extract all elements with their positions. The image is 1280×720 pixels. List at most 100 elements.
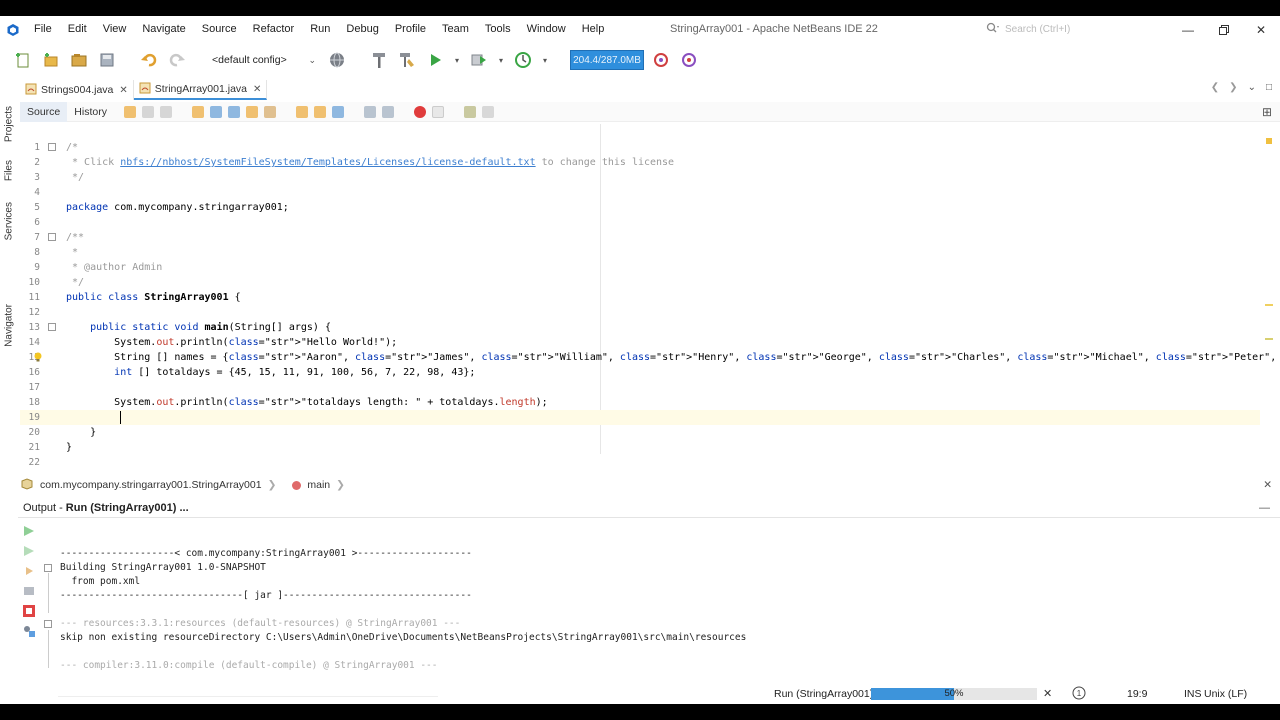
code-line[interactable]: 4 bbox=[20, 185, 1260, 200]
rerun-with-options-icon[interactable] bbox=[22, 544, 36, 558]
output-panel[interactable]: --------------------< com.mycompany:Stri… bbox=[18, 520, 1280, 697]
snapshot-icon[interactable] bbox=[678, 49, 700, 71]
code-line[interactable]: 10 */ bbox=[20, 275, 1260, 290]
stop-icon[interactable] bbox=[22, 604, 36, 618]
search-input[interactable]: Search (Ctrl+I) bbox=[986, 21, 1136, 38]
find-next-icon[interactable] bbox=[227, 105, 240, 118]
open-project-icon[interactable] bbox=[68, 49, 90, 71]
memory-usage-badge[interactable]: 204.4/287.0MB bbox=[570, 50, 644, 70]
code-editor[interactable]: 1 /* 2 * Click nbfs://nbhost/SystemFileSys… bbox=[20, 124, 1277, 470]
forward-icon[interactable] bbox=[159, 105, 172, 118]
code-line[interactable]: 13 public static void main(String[] args… bbox=[20, 320, 1260, 335]
fold-toggle[interactable] bbox=[44, 620, 52, 628]
menu-navigate[interactable]: Navigate bbox=[134, 16, 193, 43]
clean-build-icon[interactable] bbox=[396, 49, 418, 71]
menu-team[interactable]: Team bbox=[434, 16, 477, 43]
close-tab-icon[interactable]: ✕ bbox=[253, 84, 261, 95]
chevron-right-icon[interactable]: ❯ bbox=[1229, 82, 1237, 93]
line-ending[interactable]: Unix (LF) bbox=[1204, 688, 1247, 700]
gc-icon[interactable] bbox=[650, 49, 672, 71]
config-dropdown[interactable]: <default config> ⌄ bbox=[208, 50, 320, 70]
files-panel-tab[interactable]: Files bbox=[2, 160, 16, 181]
warning-bulb-icon[interactable] bbox=[33, 352, 43, 362]
save-all-icon[interactable] bbox=[96, 49, 118, 71]
code-line[interactable]: 2 * Click nbfs://nbhost/SystemFileSystem… bbox=[20, 155, 1260, 170]
back-icon[interactable] bbox=[141, 105, 154, 118]
code-line[interactable]: 19 bbox=[20, 410, 1260, 425]
redo-icon[interactable] bbox=[166, 49, 188, 71]
output-tools-icon[interactable] bbox=[22, 624, 36, 638]
code-line[interactable]: 7 /** bbox=[20, 230, 1260, 245]
menu-view[interactable]: View bbox=[95, 16, 135, 43]
tab-stringarray001[interactable]: StringArray001.java ✕ bbox=[133, 80, 268, 100]
code-line[interactable]: 11 public class StringArray001 { bbox=[20, 290, 1260, 305]
menu-refactor[interactable]: Refactor bbox=[245, 16, 303, 43]
menu-edit[interactable]: Edit bbox=[60, 16, 95, 43]
code-line[interactable]: 16 int [] totaldays = {45, 15, 11, 91, 1… bbox=[20, 365, 1260, 380]
build-hammer-icon[interactable] bbox=[368, 49, 390, 71]
profile-icon[interactable] bbox=[512, 49, 534, 71]
run-dropdown-icon[interactable]: ▾ bbox=[452, 49, 462, 71]
shift-right-icon[interactable] bbox=[381, 105, 394, 118]
output-title[interactable]: Output - Run (StringArray001) ... bbox=[18, 502, 194, 514]
close-tab-icon[interactable]: ✕ bbox=[119, 85, 127, 96]
globe-icon[interactable] bbox=[326, 49, 348, 71]
fold-toggle[interactable] bbox=[44, 564, 52, 572]
code-line[interactable]: 14 System.out.println(class="str">"Hello… bbox=[20, 335, 1260, 350]
code-line[interactable]: 9 * @author Admin bbox=[20, 260, 1260, 275]
toggle-rect-select-icon[interactable] bbox=[263, 105, 276, 118]
rerun-icon[interactable] bbox=[22, 524, 36, 538]
cancel-task-icon[interactable]: ✕ bbox=[1043, 687, 1052, 700]
resume-icon[interactable] bbox=[22, 564, 36, 578]
code-line[interactable]: 8 * bbox=[20, 245, 1260, 260]
breadcrumb-class[interactable]: com.mycompany.stringarray001.StringArray… bbox=[40, 479, 262, 491]
menu-file[interactable]: File bbox=[26, 16, 60, 43]
stop-macro-icon[interactable] bbox=[431, 105, 444, 118]
menu-window[interactable]: Window bbox=[519, 16, 574, 43]
new-file-icon[interactable] bbox=[12, 49, 34, 71]
close-window-icon[interactable]: ✕ bbox=[1243, 16, 1279, 43]
insert-mode[interactable]: INS bbox=[1184, 688, 1202, 700]
add-icon[interactable]: ⊞ bbox=[1262, 105, 1272, 119]
code-line[interactable]: 12 bbox=[20, 305, 1260, 320]
chevron-left-icon[interactable]: ❮ bbox=[1211, 82, 1219, 93]
menu-run[interactable]: Run bbox=[302, 16, 338, 43]
fold-toggle[interactable] bbox=[48, 323, 56, 331]
undo-icon[interactable] bbox=[138, 49, 160, 71]
minimize-panel-icon[interactable]: — bbox=[1259, 502, 1270, 514]
code-line[interactable]: 21} bbox=[20, 440, 1260, 455]
comment-icon[interactable] bbox=[463, 105, 476, 118]
run-icon[interactable] bbox=[424, 49, 446, 71]
start-macro-icon[interactable] bbox=[413, 105, 426, 118]
settings-icon[interactable] bbox=[22, 584, 36, 598]
error-stripe[interactable] bbox=[1263, 124, 1275, 470]
last-edit-icon[interactable] bbox=[123, 105, 136, 118]
uncomment-icon[interactable] bbox=[481, 105, 494, 118]
navigator-panel-tab[interactable]: Navigator bbox=[2, 304, 16, 347]
task-progress-bar[interactable]: 50% bbox=[871, 688, 1037, 700]
breadcrumb-method[interactable]: main bbox=[307, 479, 330, 491]
toggle-bookmark-icon[interactable] bbox=[331, 105, 344, 118]
fold-toggle[interactable] bbox=[48, 233, 56, 241]
menu-debug[interactable]: Debug bbox=[338, 16, 386, 43]
menu-source[interactable]: Source bbox=[194, 16, 245, 43]
next-bookmark-icon[interactable] bbox=[313, 105, 326, 118]
toggle-highlight-icon[interactable] bbox=[245, 105, 258, 118]
code-line[interactable]: 1 /* bbox=[20, 140, 1260, 155]
history-tab[interactable]: History bbox=[67, 102, 114, 122]
code-line[interactable]: 5 package com.mycompany.stringarray001; bbox=[20, 200, 1260, 215]
profile-dropdown-icon[interactable]: ▾ bbox=[540, 49, 550, 71]
minimize-icon[interactable]: — bbox=[1170, 16, 1206, 43]
caret-position[interactable]: 19:9 bbox=[1127, 688, 1147, 700]
menu-help[interactable]: Help bbox=[574, 16, 613, 43]
code-line[interactable]: 22 bbox=[20, 455, 1260, 470]
shift-left-icon[interactable] bbox=[363, 105, 376, 118]
code-line[interactable]: 15 String [] names = {class="str">"Aaron… bbox=[20, 350, 1277, 365]
restore-icon[interactable] bbox=[1206, 16, 1242, 43]
projects-panel-tab[interactable]: Projects bbox=[2, 106, 16, 142]
menu-tools[interactable]: Tools bbox=[477, 16, 519, 43]
new-project-icon[interactable] bbox=[40, 49, 62, 71]
debug-icon[interactable] bbox=[468, 49, 490, 71]
code-line[interactable]: 20 } bbox=[20, 425, 1260, 440]
code-line[interactable]: 6 bbox=[20, 215, 1260, 230]
